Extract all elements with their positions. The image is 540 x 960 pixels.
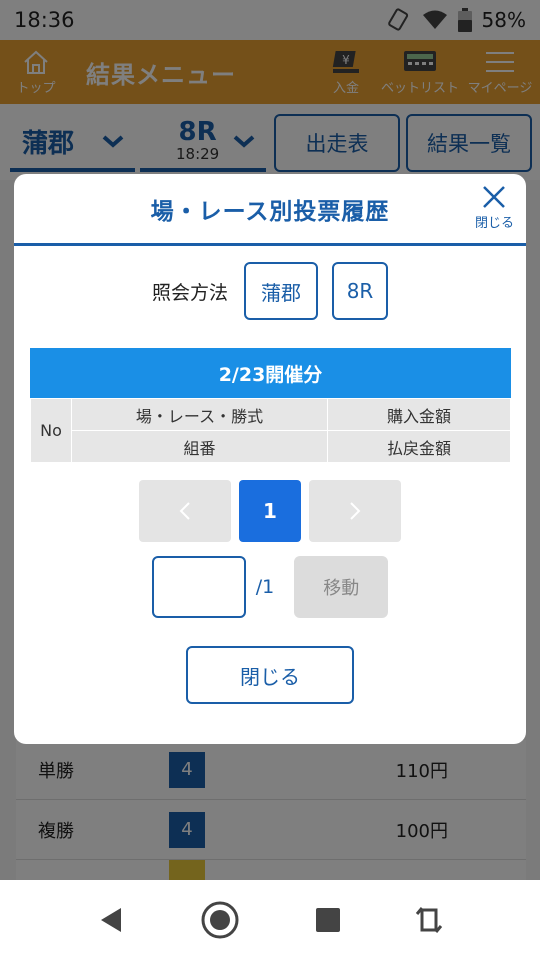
rotate-icon[interactable] <box>415 904 443 936</box>
jump-button[interactable]: 移動 <box>294 556 389 618</box>
modal-close-button[interactable]: 閉じる <box>475 184 514 231</box>
page-number-input[interactable] <box>151 556 246 618</box>
modal-header: 場・レース別投票履歴 閉じる <box>14 174 526 246</box>
next-page-button[interactable] <box>309 480 401 542</box>
chevron-left-icon <box>179 502 190 520</box>
history-table: No 場・レース・勝式 購入金額 組番 払戻金額 <box>30 398 511 463</box>
back-icon[interactable] <box>97 905 127 935</box>
col-purchase-amount: 購入金額 <box>327 398 511 431</box>
table-header-row: 組番 払戻金額 <box>31 430 511 463</box>
modal-close-label: 閉じる <box>474 216 514 231</box>
home-circle-icon[interactable] <box>200 900 240 940</box>
bet-history-modal: 場・レース別投票履歴 閉じる 照会方法 蒲郡 8R 2/23開催分 No 場・レ… <box>14 174 526 744</box>
col-payout-amount: 払戻金額 <box>327 430 511 463</box>
modal-title: 場・レース別投票履歴 <box>150 198 390 225</box>
history-section: 2/23開催分 No 場・レース・勝式 購入金額 組番 払戻金額 <box>30 348 511 463</box>
query-method-label: 照会方法 <box>151 281 228 304</box>
recents-icon[interactable] <box>314 906 342 934</box>
query-venue-button[interactable]: 蒲郡 <box>244 262 318 320</box>
prev-page-button[interactable] <box>139 480 231 542</box>
query-race-button[interactable]: 8R <box>332 262 388 320</box>
query-method-row: 照会方法 蒲郡 8R <box>14 262 526 320</box>
close-button[interactable]: 閉じる <box>186 646 354 704</box>
page-total: /1 <box>255 576 275 598</box>
col-venue-race-type: 場・レース・勝式 <box>71 398 328 431</box>
chevron-right-icon <box>350 502 361 520</box>
session-date-header: 2/23開催分 <box>30 348 511 398</box>
close-icon <box>483 186 506 208</box>
page-jump-row: /1 移動 <box>14 556 526 618</box>
table-header-row: No 場・レース・勝式 購入金額 <box>30 398 511 463</box>
system-nav-bar <box>0 880 540 960</box>
col-no: No <box>30 398 72 463</box>
col-combination: 組番 <box>71 430 328 463</box>
current-page[interactable]: 1 <box>239 480 301 542</box>
pagination: 1 <box>14 480 526 542</box>
